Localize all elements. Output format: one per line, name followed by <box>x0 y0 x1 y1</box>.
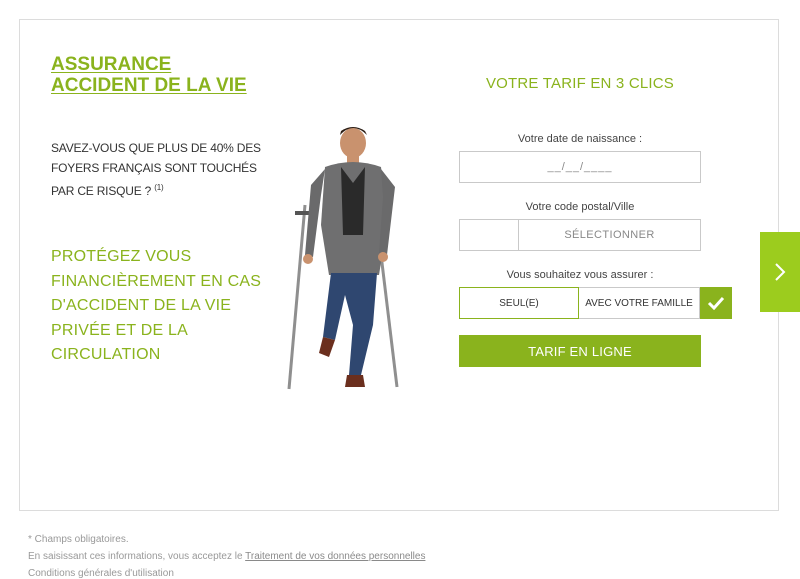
dob-label: Votre date de naissance : <box>517 133 643 145</box>
protection-tagline: PROTÉGEZ VOUS FINANCIÈREMENT EN CAS D'AC… <box>51 248 262 363</box>
page-title: ASSURANCE ACCIDENT DE LA VIE <box>51 54 247 96</box>
conditions-link[interactable]: Conditions générales d'utilisation <box>28 568 174 579</box>
option-alone-button[interactable]: SEUL(E) <box>459 287 579 319</box>
postal-label: Votre code postal/Ville <box>525 201 635 213</box>
postal-code-input[interactable] <box>459 219 519 251</box>
title-line-1: ASSURANCE <box>51 54 172 75</box>
required-note: * Champs obligatoires. <box>28 534 129 545</box>
footnote-ref: (1) <box>154 183 164 192</box>
man-on-crutches-image <box>287 127 399 390</box>
risk-statistic: SAVEZ-VOUS QUE PLUS DE 40% DES FOYERS FR… <box>51 138 271 201</box>
consent-note: En saisissant ces informations, vous acc… <box>28 551 425 562</box>
city-select[interactable]: SÉLECTIONNER <box>518 219 701 251</box>
form-title: VOTRE TARIF EN 3 CLICS <box>485 75 675 92</box>
online-rate-button[interactable]: TARIF EN LIGNE <box>459 335 701 367</box>
dob-input[interactable]: __/__/____ <box>459 151 701 183</box>
consent-text: En saisissant ces informations, vous acc… <box>28 551 243 562</box>
insure-label: Vous souhaitez vous assurer : <box>506 269 654 281</box>
option-family-button[interactable]: AVEC VOTRE FAMILLE <box>579 287 700 319</box>
chevron-right-icon[interactable] <box>760 232 800 312</box>
data-processing-link[interactable]: Traitement de vos données personnelles <box>245 551 425 562</box>
title-line-2: ACCIDENT DE LA VIE <box>51 75 247 96</box>
check-icon[interactable] <box>700 287 732 319</box>
